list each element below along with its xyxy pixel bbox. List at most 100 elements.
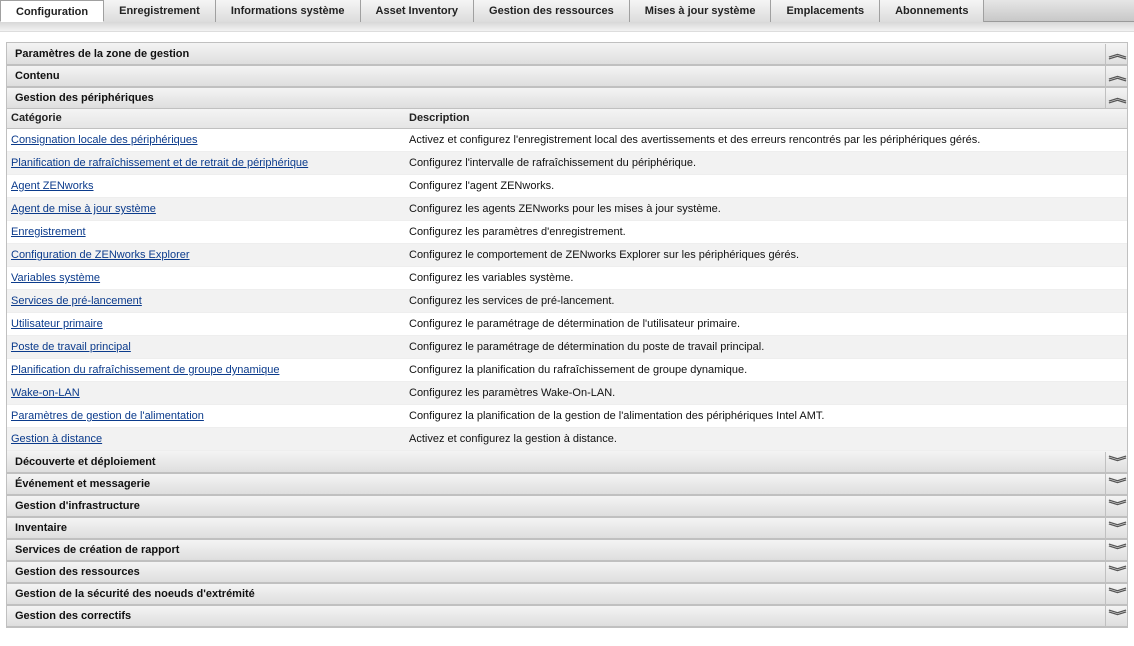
section-gestion-de-la-s-curit-des-noeuds-d-extr-mit-[interactable]: Gestion de la sécurité des noeuds d'extr… <box>7 583 1127 605</box>
category-link[interactable]: Utilisateur primaire <box>11 318 103 330</box>
tab-asset-inventory[interactable]: Asset Inventory <box>361 0 475 22</box>
tab-mises-jour-syst-me[interactable]: Mises à jour système <box>630 0 772 22</box>
table-row: Utilisateur primaire Configurez le paramé… <box>7 313 1127 336</box>
section-services-de-cr-ation-de-rapport[interactable]: Services de création de rapport︾ <box>7 539 1127 561</box>
category-link[interactable]: Agent ZENworks <box>11 180 94 192</box>
section-zone-settings[interactable]: Paramètres de la zone de gestion ︽ <box>7 43 1127 65</box>
device-settings-table: Consignation locale des périphériques Act… <box>7 129 1127 451</box>
tab-configuration[interactable]: Configuration <box>0 0 104 22</box>
description-cell: Configurez le paramétrage de déterminati… <box>407 318 1127 330</box>
chevron-down-icon: ︾ <box>1109 478 1124 490</box>
category-link[interactable]: Services de pré-lancement <box>11 295 142 307</box>
section-title: Paramètres de la zone de gestion <box>15 48 189 60</box>
toolbar-spacer <box>0 22 1134 32</box>
config-panel: Paramètres de la zone de gestion ︽ Conte… <box>6 42 1128 628</box>
description-cell: Configurez le paramétrage de déterminati… <box>407 341 1127 353</box>
section-d-couverte-et-d-ploiement[interactable]: Découverte et déploiement ︾ <box>7 451 1127 473</box>
section-title: Gestion d'infrastructure <box>15 500 140 512</box>
category-link[interactable]: Gestion à distance <box>11 433 102 445</box>
chevron-down-icon: ︾ <box>1109 588 1124 600</box>
expand-button[interactable]: ︾ <box>1105 518 1127 538</box>
category-link[interactable]: Poste de travail principal <box>11 341 131 353</box>
table-row: Wake-on-LANConfigurez les paramètres Wak… <box>7 382 1127 405</box>
category-link[interactable]: Agent de mise à jour système <box>11 203 156 215</box>
category-cell: Consignation locale des périphériques <box>7 134 407 146</box>
column-headers: Catégorie Description <box>7 109 1127 129</box>
chevron-down-icon: ︾ <box>1109 522 1124 534</box>
section--v-nement-et-messagerie[interactable]: Événement et messagerie ︾ <box>7 473 1127 495</box>
table-row: Consignation locale des périphériques Act… <box>7 129 1127 152</box>
category-link[interactable]: Enregistrement <box>11 226 86 238</box>
table-row: Planification du rafraîchissement de gro… <box>7 359 1127 382</box>
section-inventaire[interactable]: Inventaire ︾ <box>7 517 1127 539</box>
category-link[interactable]: Planification du rafraîchissement de gro… <box>11 364 279 376</box>
category-link[interactable]: Configuration de ZENworks Explorer <box>11 249 190 261</box>
expand-button[interactable]: ︾ <box>1105 496 1127 516</box>
collapse-button[interactable]: ︽ <box>1105 88 1127 108</box>
section-title: Gestion des périphériques <box>15 92 154 104</box>
table-row: Variables système Configurez les variable… <box>7 267 1127 290</box>
category-cell: Services de pré-lancement <box>7 295 407 307</box>
section-gestion-d-infrastructure[interactable]: Gestion d'infrastructure ︾ <box>7 495 1127 517</box>
category-cell: Agent de mise à jour système <box>7 203 407 215</box>
category-cell: Configuration de ZENworks Explorer <box>7 249 407 261</box>
expand-button[interactable]: ︾ <box>1105 584 1127 604</box>
category-link[interactable]: Planification de rafraîchissement et de … <box>11 157 308 169</box>
description-cell: Configurez l'agent ZENworks. <box>407 180 1127 192</box>
category-cell: Planification du rafraîchissement de gro… <box>7 364 407 376</box>
table-row: Paramètres de gestion de l'alimentation C… <box>7 405 1127 428</box>
table-row: Agent de mise à jour systèmeConfigurez l… <box>7 198 1127 221</box>
section-device-management[interactable]: Gestion des périphériques ︽ <box>7 87 1127 109</box>
description-cell: Activez et configurez l'enregistrement l… <box>407 134 1127 146</box>
chevron-down-icon: ︾ <box>1109 500 1124 512</box>
section-title: Découverte et déploiement <box>15 456 156 468</box>
expand-button[interactable]: ︾ <box>1105 606 1127 626</box>
table-row: Poste de travail principal Configurez le … <box>7 336 1127 359</box>
category-link[interactable]: Paramètres de gestion de l'alimentation <box>11 410 204 422</box>
section-title: Inventaire <box>15 522 67 534</box>
collapse-button[interactable]: ︽ <box>1105 66 1127 86</box>
description-cell: Activez et configurez la gestion à dista… <box>407 433 1127 445</box>
section-content[interactable]: Contenu ︽ <box>7 65 1127 87</box>
description-cell: Configurez le comportement de ZENworks E… <box>407 249 1127 261</box>
category-cell: Enregistrement <box>7 226 407 238</box>
description-cell: Configurez la planification de la gestio… <box>407 410 1127 422</box>
expand-button[interactable]: ︾ <box>1105 452 1127 472</box>
table-row: Gestion à distance Activez et configurez … <box>7 428 1127 451</box>
tab-enregistrement[interactable]: Enregistrement <box>104 0 216 22</box>
category-cell: Poste de travail principal <box>7 341 407 353</box>
expand-button[interactable]: ︾ <box>1105 474 1127 494</box>
section-title: Événement et messagerie <box>15 478 150 490</box>
expand-button[interactable]: ︾ <box>1105 562 1127 582</box>
chevron-down-icon: ︾ <box>1109 610 1124 622</box>
tab-abonnements[interactable]: Abonnements <box>880 0 984 22</box>
tab-emplacements[interactable]: Emplacements <box>771 0 880 22</box>
table-row: Planification de rafraîchissement et de … <box>7 152 1127 175</box>
category-link[interactable]: Consignation locale des périphériques <box>11 134 198 146</box>
section-title: Gestion des correctifs <box>15 610 131 622</box>
tab-informations-syst-me[interactable]: Informations système <box>216 0 361 22</box>
column-description: Description <box>407 109 1127 128</box>
section-gestion-des-ressources[interactable]: Gestion des ressources︾ <box>7 561 1127 583</box>
tab-bar: ConfigurationEnregistrementInformations … <box>0 0 1134 22</box>
category-cell: Agent ZENworks <box>7 180 407 192</box>
chevron-up-icon: ︽ <box>1109 48 1124 60</box>
section-title: Gestion de la sécurité des noeuds d'extr… <box>15 588 255 600</box>
column-category: Catégorie <box>7 109 407 128</box>
chevron-down-icon: ︾ <box>1109 456 1124 468</box>
description-cell: Configurez les paramètres d'enregistreme… <box>407 226 1127 238</box>
collapse-button[interactable]: ︽ <box>1105 44 1127 64</box>
expand-button[interactable]: ︾ <box>1105 540 1127 560</box>
description-cell: Configurez l'intervalle de rafraîchissem… <box>407 157 1127 169</box>
category-link[interactable]: Variables système <box>11 272 100 284</box>
table-row: Configuration de ZENworks Explorer Config… <box>7 244 1127 267</box>
description-cell: Configurez les services de pré-lancement… <box>407 295 1127 307</box>
description-cell: Configurez les variables système. <box>407 272 1127 284</box>
section-title: Contenu <box>15 70 60 82</box>
chevron-up-icon: ︽ <box>1109 92 1124 104</box>
section-gestion-des-correctifs[interactable]: Gestion des correctifs ︾ <box>7 605 1127 627</box>
category-link[interactable]: Wake-on-LAN <box>11 387 80 399</box>
category-cell: Gestion à distance <box>7 433 407 445</box>
chevron-up-icon: ︽ <box>1109 70 1124 82</box>
tab-gestion-des-ressources[interactable]: Gestion des ressources <box>474 0 630 22</box>
